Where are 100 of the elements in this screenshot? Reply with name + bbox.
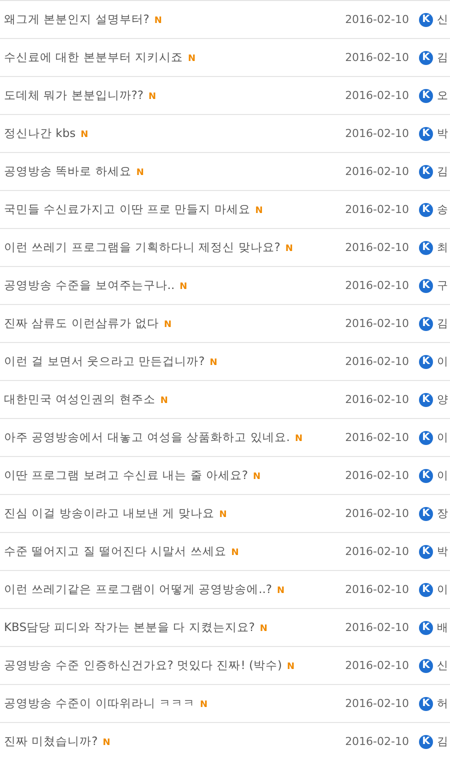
post-date: 2016-02-10 xyxy=(345,545,409,558)
post-title[interactable]: 이런 쓰레기 프로그램을 기획하다니 제정신 맞나요? xyxy=(0,240,280,254)
source-badge: K xyxy=(419,430,433,444)
post-title[interactable]: 진짜 미쳤습니까? xyxy=(0,734,98,748)
post-title[interactable]: 공영방송 수준 인증하신건가요? 멋있다 진짜! (박수) xyxy=(0,658,282,672)
author-name: 박 xyxy=(436,126,449,141)
source-badge: K xyxy=(419,468,433,482)
new-label: N xyxy=(286,662,295,672)
author-name: 박 xyxy=(436,544,449,559)
new-label: N xyxy=(210,358,218,368)
source-badge: K xyxy=(419,164,433,178)
new-label: N xyxy=(180,282,188,292)
post-date: 2016-02-10 xyxy=(345,51,409,64)
source-badge: K xyxy=(419,88,433,102)
source-badge: K xyxy=(419,316,433,330)
post-title[interactable]: 진심 이걸 방송이라고 내보낸 게 맞나요 xyxy=(0,506,214,520)
post-date: 2016-02-10 xyxy=(345,89,409,102)
author-name: 김 xyxy=(436,50,449,65)
author-name: 양 xyxy=(436,392,449,407)
new-label: N xyxy=(285,244,293,254)
post-date: 2016-02-10 xyxy=(345,203,409,216)
new-label: N xyxy=(164,320,172,330)
post-date: 2016-02-10 xyxy=(345,393,409,406)
post-title[interactable]: 이런 걸 보면서 웃으라고 만든겁니까? xyxy=(0,354,205,368)
new-label: N xyxy=(255,206,263,216)
post-date: 2016-02-10 xyxy=(345,735,409,748)
post-title[interactable]: 아주 공영방송에서 대놓고 여성을 상품화하고 있네요. xyxy=(0,430,290,444)
source-badge: K xyxy=(419,202,433,216)
post-date: 2016-02-10 xyxy=(345,355,409,368)
new-label: N xyxy=(260,624,268,634)
post-date: 2016-02-10 xyxy=(345,621,409,634)
post-title[interactable]: 수신료에 대한 본분부터 지키시죠 xyxy=(0,50,183,64)
source-badge: K xyxy=(419,506,433,520)
post-date: 2016-02-10 xyxy=(345,317,409,330)
author-name: 신 xyxy=(436,658,449,673)
post-date: 2016-02-10 xyxy=(345,165,409,178)
author-name: 송 xyxy=(436,202,449,217)
source-badge: K xyxy=(419,12,433,26)
post-title[interactable]: 국민들 수신료가지고 이딴 프로 만들지 마세요 xyxy=(0,202,250,216)
post-title[interactable]: 도데체 뭐가 본분입니까?? xyxy=(0,88,144,102)
source-badge: K xyxy=(419,620,433,634)
new-label: N xyxy=(294,434,302,444)
author-name: 구 xyxy=(436,278,449,293)
post-title[interactable]: 공영방송 수준이 이따위라니 ㅋㅋㅋ xyxy=(0,696,195,710)
post-title[interactable]: 이딴 프로그램 보려고 수신료 내는 줄 아세요? xyxy=(0,468,248,482)
post-title[interactable]: 왜그게 본분인지 설명부터? xyxy=(0,12,150,26)
post-date: 2016-02-10 xyxy=(345,697,409,710)
author-name: 허 xyxy=(436,696,449,711)
post-title[interactable]: 수준 떨어지고 질 떨어진다 시말서 쓰세요 xyxy=(0,544,226,558)
source-badge: K xyxy=(419,734,433,748)
source-badge: K xyxy=(419,50,433,64)
author-name: 이 xyxy=(436,582,449,597)
author-name: 최 xyxy=(436,240,449,255)
post-date: 2016-02-10 xyxy=(345,279,409,292)
source-badge: K xyxy=(419,582,433,596)
post-title[interactable]: KBS담당 피디와 작가는 본분을 다 지켰는지요? xyxy=(0,620,255,634)
author-name: 이 xyxy=(436,430,449,445)
post-title[interactable]: 대한민국 여성인권의 현주소 xyxy=(0,392,156,406)
source-badge: K xyxy=(419,658,433,672)
source-badge: K xyxy=(419,278,433,292)
source-badge: K xyxy=(419,392,433,406)
source-badge: K xyxy=(419,354,433,368)
post-date: 2016-02-10 xyxy=(345,469,409,482)
new-label: N xyxy=(102,738,110,748)
new-label: N xyxy=(136,168,144,178)
source-badge: K xyxy=(419,126,433,140)
post-date: 2016-02-10 xyxy=(345,507,409,520)
new-label: N xyxy=(200,700,208,710)
source-badge: K xyxy=(419,240,433,254)
post-date: 2016-02-10 xyxy=(345,431,409,444)
post-title[interactable]: 정신나간 kbs xyxy=(0,126,76,140)
new-label: N xyxy=(188,54,196,64)
post-date: 2016-02-10 xyxy=(345,583,409,596)
new-label: N xyxy=(277,586,285,596)
author-name: 배 xyxy=(436,620,449,635)
source-badge: K xyxy=(419,696,433,710)
post-date: 2016-02-10 xyxy=(345,13,409,26)
author-name: 오 xyxy=(436,88,449,103)
author-name: 김 xyxy=(436,164,449,179)
author-name: 신 xyxy=(436,12,449,27)
new-label: N xyxy=(253,472,261,482)
post-title[interactable]: 공영방송 수준을 보여주는구나.. xyxy=(0,278,175,292)
new-label: N xyxy=(231,548,239,558)
post-date: 2016-02-10 xyxy=(345,241,409,254)
post-title[interactable]: 진짜 삼류도 이런삼류가 없다 xyxy=(0,316,159,330)
post-title[interactable]: 공영방송 똑바로 하세요 xyxy=(0,164,132,178)
post-date: 2016-02-10 xyxy=(345,659,409,672)
author-name: 장 xyxy=(436,506,449,521)
post-title[interactable]: 이런 쓰레기같은 프로그램이 어떻게 공영방송에..? xyxy=(0,582,272,596)
new-label: N xyxy=(148,92,156,102)
source-badge: K xyxy=(419,544,433,558)
new-label: N xyxy=(160,396,168,406)
author-name: 김 xyxy=(436,316,449,331)
post-date: 2016-02-10 xyxy=(345,127,409,140)
author-name: 이 xyxy=(436,354,449,369)
new-label: N xyxy=(219,510,227,520)
new-label: N xyxy=(154,16,162,26)
author-name: 김 xyxy=(436,734,449,749)
new-label: N xyxy=(80,130,88,140)
author-name: 이 xyxy=(436,468,449,483)
